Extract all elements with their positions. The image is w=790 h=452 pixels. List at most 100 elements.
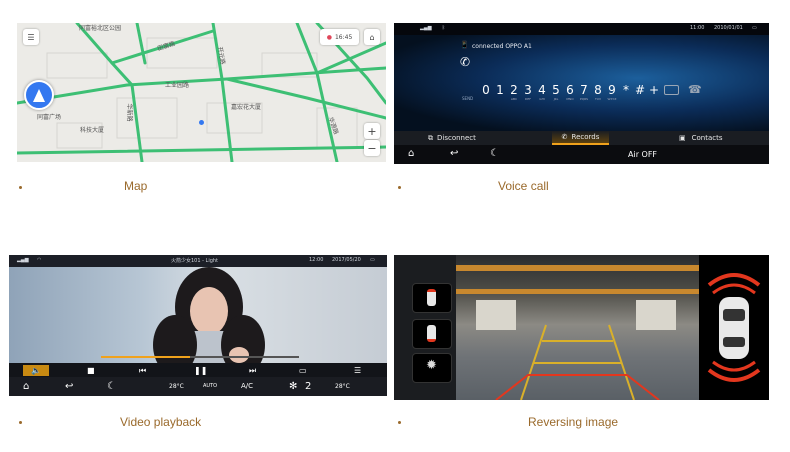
radar-button[interactable] <box>412 283 452 313</box>
home-icon: ⌂ <box>369 32 375 42</box>
moon-icon[interactable]: ☾ <box>107 381 116 392</box>
dial-key[interactable]: 8 TUV <box>592 83 604 101</box>
menu-button[interactable]: ☰ <box>23 29 39 45</box>
car-front-icon <box>427 289 436 306</box>
caption-map: Map <box>124 179 148 193</box>
playlist-icon[interactable]: ☰ <box>354 366 361 375</box>
dial-key[interactable]: 9 WXYZ <box>606 83 618 101</box>
voice-call-panel[interactable]: ▂▄▆ ᛒ 11:00 2010/01/01 ▭ 📱 connected OPP… <box>394 23 769 164</box>
call-tabs: ⧉ Disconnect ✆ Records ▣ Contacts <box>394 131 769 145</box>
map-label: 同富裕北区公园 <box>79 25 122 32</box>
map-panel[interactable]: 同富裕北区公园 田富路 工业园路 开元路 嘉宏花大厦 华源路 科技大厦 同富广场… <box>17 23 386 162</box>
status-date: 2010/01/01 <box>714 25 743 31</box>
nav-bar: ⌂ ↩ ☾ Air OFF <box>394 145 769 164</box>
map-label: 工业园路 <box>165 82 190 89</box>
tab-disconnect[interactable]: ⧉ Disconnect <box>428 131 476 145</box>
connected-device: connected OPPO A1 <box>472 43 532 50</box>
progress-track[interactable] <box>101 356 299 358</box>
climate-bar: ⌂ ↩ ☾ 28°C AUTO A/C ✻ 2 28°C <box>9 377 387 396</box>
records-icon: ✆ <box>561 133 568 141</box>
dial-key[interactable]: + <box>648 83 660 97</box>
dial-key[interactable]: * <box>620 83 632 97</box>
gear-icon: ✹ <box>426 358 437 373</box>
caption-video-playback: Video playback <box>120 415 202 429</box>
dial-key[interactable]: # <box>634 83 646 97</box>
playback-controls: 🔈 ■ ⏮ ❚❚ ⏭ ▭ ☰ <box>9 363 387 377</box>
send-button[interactable]: SEND <box>462 96 473 101</box>
status-date: 2017/05/20 <box>332 257 361 263</box>
dial-key[interactable]: 5 JKL <box>550 83 562 101</box>
video-frame[interactable] <box>9 267 387 363</box>
plus-icon: + <box>367 124 377 138</box>
home-icon[interactable]: ⌂ <box>23 381 29 392</box>
status-bar: ▂▄▆ ᛒ 11:00 2010/01/01 ▭ <box>394 23 769 35</box>
bullet <box>19 421 22 424</box>
back-icon[interactable]: ↩ <box>450 148 458 159</box>
status-clock: 12:00 <box>309 257 324 263</box>
stop-icon[interactable]: ■ <box>87 366 95 375</box>
navigation-arrow-icon <box>33 88 45 102</box>
bluetooth-icon: ᛒ <box>442 25 446 31</box>
video-playback-panel[interactable]: ▂▄▆ ◠ 火箭少女101 - Light 12:00 2017/05/20 ▭… <box>9 255 387 396</box>
car-top-view <box>707 273 761 382</box>
phone-link-icon: 📱 <box>460 41 469 49</box>
wifi-icon: ◠ <box>37 257 42 263</box>
air-status: Air OFF <box>628 150 658 159</box>
screen-icon[interactable]: ▭ <box>299 366 307 375</box>
disconnect-icon: ⧉ <box>428 133 433 142</box>
volume-icon[interactable]: 🔈 <box>23 365 49 376</box>
home-button[interactable]: ⌂ <box>364 29 380 45</box>
bullet <box>398 421 401 424</box>
settings-button[interactable]: ✹ <box>412 353 452 383</box>
time-badge: ● 16:45 <box>320 29 359 45</box>
next-icon[interactable]: ⏭ <box>249 366 256 376</box>
back-icon: ▭ <box>370 257 375 263</box>
home-icon[interactable]: ⌂ <box>408 148 414 159</box>
dial-key[interactable]: 7 PQRS <box>578 83 590 101</box>
reversing-panel[interactable]: ✹ <box>394 255 769 400</box>
dial-key[interactable]: 0 <box>480 83 492 97</box>
caption-reversing-image: Reversing image <box>528 415 619 429</box>
map-label: 同富广场 <box>37 114 62 121</box>
video-image <box>153 267 265 363</box>
navigation-button[interactable] <box>24 80 54 110</box>
temperature-left[interactable]: 28°C <box>169 383 184 390</box>
fan-level[interactable]: 2 <box>305 381 311 392</box>
tab-contacts[interactable]: ▣ Contacts <box>679 131 723 145</box>
fan-icon[interactable]: ✻ <box>289 381 297 392</box>
menu-icon: ☰ <box>27 32 35 42</box>
camera-image <box>456 265 699 400</box>
map-label: 嘉宏花大厦 <box>231 104 262 111</box>
phone-icon: ✆ <box>460 55 471 69</box>
minus-icon: − <box>367 141 377 155</box>
ac-button[interactable]: A/C <box>241 382 253 390</box>
map-label: 科技大厦 <box>80 127 105 134</box>
hangup-icon[interactable]: ☎ <box>688 83 702 96</box>
dial-key[interactable]: 1 <box>494 83 506 97</box>
backspace-icon[interactable] <box>664 85 679 95</box>
dial-key[interactable]: 4 GHI <box>536 83 548 101</box>
temperature-right[interactable]: 28°C <box>335 383 350 390</box>
pause-icon[interactable]: ❚❚ <box>194 366 207 375</box>
rear-camera-view <box>456 255 699 400</box>
auto-mode[interactable]: AUTO <box>203 383 217 389</box>
back-icon[interactable]: ↩ <box>65 381 73 392</box>
status-icon: ● <box>326 33 332 41</box>
zoom-out-button[interactable]: − <box>364 140 380 156</box>
video-title: 火箭少女101 - Light <box>171 258 219 264</box>
dial-key[interactable]: 6 MNO <box>564 83 576 101</box>
parking-sensor-display <box>699 255 769 400</box>
dial-key[interactable]: 2 ABC <box>508 83 520 101</box>
moon-icon[interactable]: ☾ <box>490 148 499 159</box>
status-clock: 11:00 <box>690 25 705 31</box>
tab-records[interactable]: ✆ Records <box>552 131 609 145</box>
parking-sensor-button[interactable] <box>412 319 452 349</box>
bullet <box>19 186 22 189</box>
dial-key[interactable]: 3 DEF <box>522 83 534 101</box>
signal-icon: ▂▄▆ <box>420 25 432 31</box>
zoom-in-button[interactable]: + <box>364 123 380 139</box>
previous-icon[interactable]: ⏮ <box>139 366 146 376</box>
caption-voice-call: Voice call <box>498 179 549 193</box>
contacts-icon: ▣ <box>679 134 686 142</box>
signal-icon: ▂▄▆ <box>17 257 29 263</box>
